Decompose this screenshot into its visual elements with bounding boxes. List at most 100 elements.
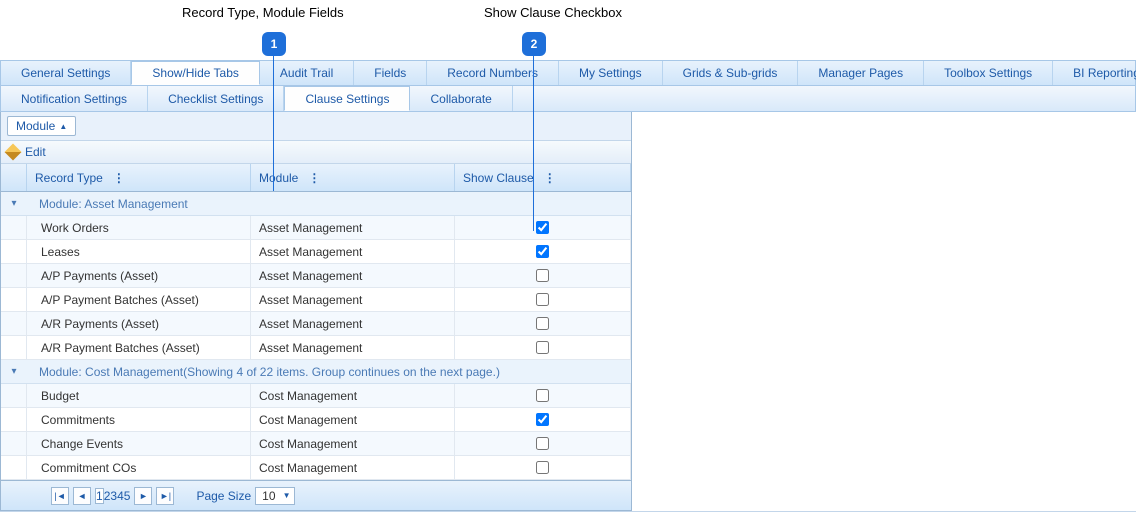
tab-general-settings[interactable]: General Settings	[1, 61, 131, 85]
cell-show-clause	[455, 240, 631, 263]
table-row[interactable]: A/P Payments (Asset)Asset Management	[1, 264, 631, 288]
header-show-clause-label: Show Clause	[463, 171, 534, 185]
callout-2-line	[533, 56, 534, 231]
tabs-main: General SettingsShow/Hide TabsAudit Trai…	[0, 60, 1136, 86]
cell-record-type: A/P Payment Batches (Asset)	[27, 288, 251, 311]
bottom-border	[0, 511, 1136, 515]
table-row[interactable]: Commitment COsCost Management	[1, 456, 631, 480]
table-row[interactable]: Work OrdersAsset Management	[1, 216, 631, 240]
group-chip-label: Module	[16, 119, 55, 133]
header-module-label: Module	[259, 171, 298, 185]
callout-1-badge: 1	[262, 32, 286, 56]
tab-fields[interactable]: Fields	[354, 61, 427, 85]
page-size-select[interactable]: 10 ▼	[255, 487, 294, 505]
subtab-clause-settings[interactable]: Clause Settings	[284, 86, 410, 111]
edit-button[interactable]: Edit	[25, 145, 46, 159]
pager-prev[interactable]: ◄	[73, 487, 91, 505]
pager-page-5[interactable]: 5	[124, 489, 131, 503]
cell-record-type: Commitments	[27, 408, 251, 431]
grid-body: ▾Module: Asset ManagementWork OrdersAsse…	[1, 192, 631, 480]
row-expander	[1, 240, 27, 263]
tab-toolbox-settings[interactable]: Toolbox Settings	[924, 61, 1053, 85]
tab-record-numbers[interactable]: Record Numbers	[427, 61, 559, 85]
header-menu-icon[interactable]: ⋮	[308, 171, 319, 185]
group-header[interactable]: ▾Module: Asset Management	[1, 192, 631, 216]
cell-module: Asset Management	[251, 240, 455, 263]
chevron-down-icon: ▾	[1, 366, 27, 377]
cell-record-type: A/P Payments (Asset)	[27, 264, 251, 287]
pager-first[interactable]: |◄	[51, 487, 69, 505]
header-menu-icon[interactable]: ⋮	[113, 171, 124, 185]
tabs-sub: Notification SettingsChecklist SettingsC…	[0, 86, 1136, 112]
grid-header: Record Type ⋮ Module ⋮ Show Clause ⋮	[1, 164, 631, 192]
row-expander	[1, 312, 27, 335]
cell-module: Cost Management	[251, 456, 455, 479]
subtab-notification-settings[interactable]: Notification Settings	[1, 86, 148, 111]
show-clause-checkbox[interactable]	[536, 269, 549, 282]
tab-my-settings[interactable]: My Settings	[559, 61, 663, 85]
table-row[interactable]: LeasesAsset Management	[1, 240, 631, 264]
cell-show-clause	[455, 264, 631, 287]
group-chip-module[interactable]: Module ▲	[7, 116, 76, 136]
row-expander	[1, 264, 27, 287]
group-chip-sort-icon: ▲	[59, 122, 67, 131]
table-row[interactable]: BudgetCost Management	[1, 384, 631, 408]
tab-show-hide-tabs[interactable]: Show/Hide Tabs	[131, 61, 260, 85]
show-clause-checkbox[interactable]	[536, 389, 549, 402]
chevron-down-icon: ▾	[1, 198, 27, 209]
group-header[interactable]: ▾Module: Cost Management(Showing 4 of 22…	[1, 360, 631, 384]
row-expander	[1, 288, 27, 311]
pager-last[interactable]: ►|	[156, 487, 174, 505]
tab-audit-trail[interactable]: Audit Trail	[260, 61, 354, 85]
show-clause-checkbox[interactable]	[536, 221, 549, 234]
header-module[interactable]: Module ⋮	[251, 164, 455, 191]
show-clause-checkbox[interactable]	[536, 317, 549, 330]
header-record-type-label: Record Type	[35, 171, 103, 185]
cell-module: Asset Management	[251, 312, 455, 335]
grid-pager: |◄ ◄ 12345 ► ►| Page Size 10 ▼	[1, 480, 631, 510]
cell-record-type: Budget	[27, 384, 251, 407]
cell-show-clause	[455, 456, 631, 479]
cell-module: Asset Management	[251, 336, 455, 359]
show-clause-checkbox[interactable]	[536, 341, 549, 354]
row-expander	[1, 408, 27, 431]
tab-grids-sub-grids[interactable]: Grids & Sub-grids	[663, 61, 799, 85]
page-size-label: Page Size	[196, 489, 251, 503]
header-menu-icon[interactable]: ⋮	[544, 171, 555, 185]
subtab-collaborate[interactable]: Collaborate	[410, 86, 512, 111]
row-expander	[1, 384, 27, 407]
header-show-clause[interactable]: Show Clause ⋮	[455, 164, 631, 191]
grid-toolbar: Edit	[1, 141, 631, 164]
header-record-type[interactable]: Record Type ⋮	[27, 164, 251, 191]
pencil-icon	[5, 144, 22, 161]
show-clause-checkbox[interactable]	[536, 245, 549, 258]
cell-record-type: Change Events	[27, 432, 251, 455]
pager-page-1[interactable]: 1	[95, 488, 104, 504]
cell-record-type: A/R Payments (Asset)	[27, 312, 251, 335]
table-row[interactable]: CommitmentsCost Management	[1, 408, 631, 432]
show-clause-checkbox[interactable]	[536, 413, 549, 426]
cell-module: Cost Management	[251, 432, 455, 455]
tab-manager-pages[interactable]: Manager Pages	[798, 61, 924, 85]
page-size-value: 10	[262, 489, 275, 503]
callout-1-label: Record Type, Module Fields	[182, 5, 344, 20]
pager-page-4[interactable]: 4	[117, 489, 124, 503]
table-row[interactable]: Change EventsCost Management	[1, 432, 631, 456]
show-clause-checkbox[interactable]	[536, 437, 549, 450]
row-expander	[1, 432, 27, 455]
show-clause-checkbox[interactable]	[536, 293, 549, 306]
cell-record-type: Work Orders	[27, 216, 251, 239]
table-row[interactable]: A/R Payment Batches (Asset)Asset Managem…	[1, 336, 631, 360]
table-row[interactable]: A/R Payments (Asset)Asset Management	[1, 312, 631, 336]
group-by-bar: Module ▲	[1, 112, 631, 141]
cell-record-type: Commitment COs	[27, 456, 251, 479]
pager-next[interactable]: ►	[134, 487, 152, 505]
cell-show-clause	[455, 216, 631, 239]
table-row[interactable]: A/P Payment Batches (Asset)Asset Managem…	[1, 288, 631, 312]
annotation-callouts: Record Type, Module Fields 1 Show Clause…	[0, 0, 1136, 60]
callout-1-line	[273, 56, 274, 191]
show-clause-checkbox[interactable]	[536, 461, 549, 474]
subtab-checklist-settings[interactable]: Checklist Settings	[148, 86, 284, 111]
tab-bi-reporting[interactable]: BI Reporting	[1053, 61, 1136, 85]
cell-show-clause	[455, 384, 631, 407]
